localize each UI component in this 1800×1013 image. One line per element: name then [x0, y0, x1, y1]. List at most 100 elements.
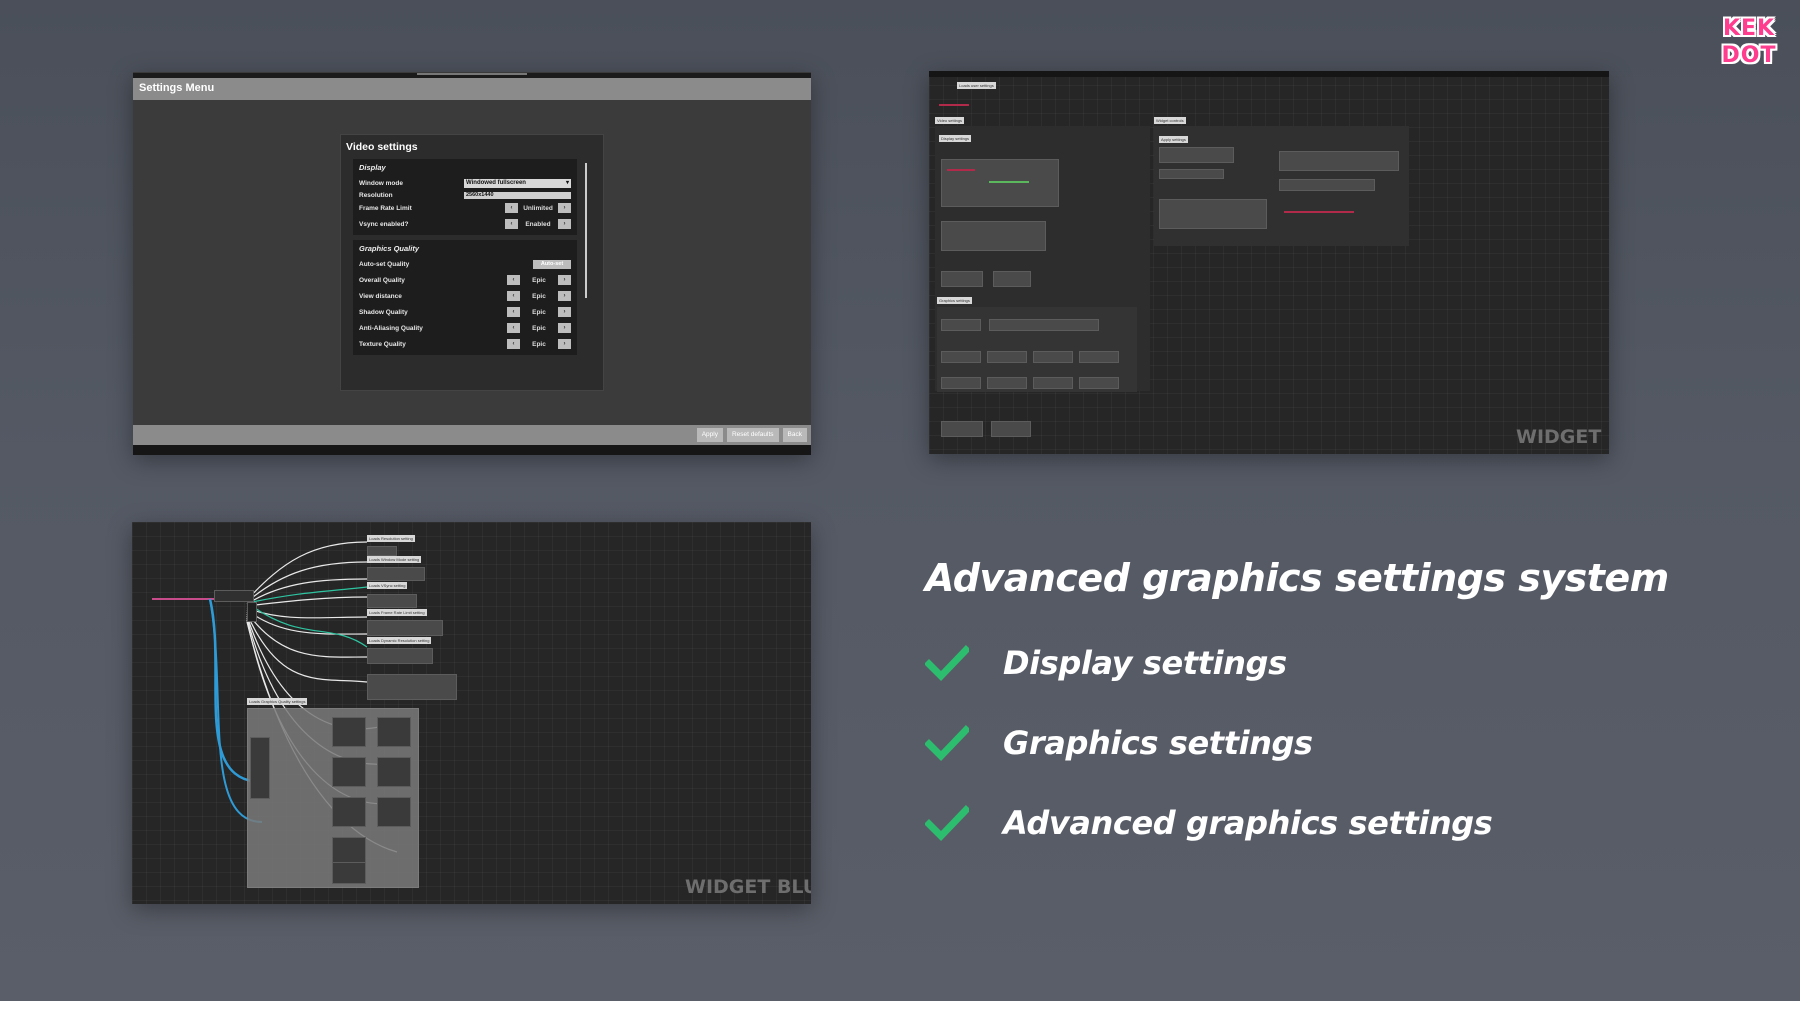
- quality-row: Shadow Quality ‹ Epic ›: [359, 304, 571, 320]
- quality-stepper: ‹ Epic ›: [507, 323, 571, 333]
- blueprint-node: [941, 271, 983, 287]
- increase-button[interactable]: ›: [557, 219, 571, 229]
- data-wire: [989, 181, 1029, 183]
- blueprint-node: [941, 351, 981, 363]
- comment-label: Loads Graphics Quality settings: [247, 698, 308, 705]
- blueprint-node: [941, 377, 981, 389]
- reset-defaults-button[interactable]: Reset defaults: [726, 428, 779, 442]
- comment-label: Loads Window Mode setting: [367, 556, 422, 563]
- quality-label: Texture Quality: [359, 340, 406, 348]
- blueprint-node: [941, 221, 1046, 251]
- increase-button[interactable]: ›: [558, 203, 571, 213]
- editor-tab-bar: [929, 71, 1609, 77]
- increase-button[interactable]: ›: [557, 339, 571, 349]
- wire-graph: [152, 541, 398, 853]
- window-mode-label: Window mode: [359, 179, 403, 187]
- blueprint-node: [332, 757, 366, 787]
- checkmark-icon: [925, 805, 969, 841]
- quality-value: Epic: [532, 292, 546, 300]
- blueprint-node: [993, 271, 1031, 287]
- quality-row: Overall Quality ‹ Epic ›: [359, 272, 571, 288]
- headline: Advanced graphics settings system: [925, 556, 1669, 600]
- quality-value: Epic: [532, 276, 546, 284]
- sequence-node: [247, 602, 257, 622]
- scrollbar[interactable]: [585, 163, 587, 298]
- blueprint-node: [377, 717, 411, 747]
- blueprint-node: [377, 797, 411, 827]
- decrease-button[interactable]: ‹: [507, 307, 520, 317]
- blueprint-node: [941, 421, 983, 437]
- exec-wire: [947, 169, 975, 171]
- decrease-button[interactable]: ‹: [505, 203, 518, 213]
- auto-set-button[interactable]: Auto-set: [533, 259, 571, 269]
- blueprint-node: [1159, 147, 1234, 163]
- blueprint-node: [941, 159, 1059, 207]
- vsync-label: Vsync enabled?: [359, 220, 409, 228]
- watermark: WIDGET BL: [1516, 426, 1609, 448]
- blueprint-node: [377, 757, 411, 787]
- quality-label: Overall Quality: [359, 276, 405, 284]
- blueprint-node: [1079, 377, 1119, 389]
- auto-set-row: Auto-set Quality Auto-set: [359, 256, 571, 272]
- resolution-row: Resolution 2560x1440: [359, 191, 571, 200]
- quality-stepper: ‹ Epic ›: [507, 307, 571, 317]
- quality-label: View distance: [359, 292, 402, 300]
- quality-row: View distance ‹ Epic ›: [359, 288, 571, 304]
- quality-row: Texture Quality ‹ Epic ›: [359, 336, 571, 352]
- blueprint-node: [989, 319, 1099, 331]
- comment-label: Display settings: [939, 135, 972, 142]
- checkmark-icon: [925, 645, 969, 681]
- settings-menu-title: Settings Menu: [133, 78, 811, 100]
- resolution-dropdown[interactable]: 2560x1440: [464, 192, 571, 199]
- widget-blueprint-screenshot: Loads user settings Video settings Displ…: [929, 71, 1609, 454]
- blueprint-node: [367, 674, 457, 700]
- logo-line-1: KEK: [1722, 16, 1776, 41]
- comment-label: Widget controls: [1154, 117, 1186, 124]
- comment-label: Apply settings: [1159, 136, 1188, 143]
- decrease-button[interactable]: ‹: [507, 339, 520, 349]
- exec-wire: [939, 104, 969, 106]
- blueprint-node: [1159, 199, 1267, 229]
- blueprint-node: [1079, 351, 1119, 363]
- comment-label: Loads Dynamic Resolution setting: [367, 637, 432, 644]
- blueprint-node: [1033, 351, 1073, 363]
- display-group-title: Display: [359, 163, 386, 172]
- increase-button[interactable]: ›: [557, 291, 571, 301]
- quality-value: Epic: [532, 324, 546, 332]
- feature-item: Display settings: [925, 644, 1287, 682]
- apply-button[interactable]: Apply: [696, 428, 723, 442]
- comment-label: Loads user settings: [957, 82, 996, 89]
- blueprint-node: [250, 737, 270, 799]
- increase-button[interactable]: ›: [557, 323, 571, 333]
- kekdot-logo: KEK DOT: [1712, 16, 1786, 76]
- frame-rate-stepper: ‹ Unlimited ›: [505, 203, 571, 213]
- decrease-button[interactable]: ‹: [507, 291, 520, 301]
- decrease-button[interactable]: ‹: [507, 275, 520, 285]
- blueprint-node: [987, 377, 1027, 389]
- decrease-button[interactable]: ‹: [507, 323, 520, 333]
- blueprint-node: [367, 594, 417, 608]
- decrease-button[interactable]: ‹: [505, 219, 518, 229]
- increase-button[interactable]: ›: [557, 275, 571, 285]
- bottom-band: [0, 1001, 1800, 1013]
- blueprint-node: [987, 351, 1027, 363]
- feature-item: Advanced graphics settings: [925, 804, 1493, 842]
- quality-stepper: ‹ Epic ›: [507, 291, 571, 301]
- blueprint-node: [214, 590, 254, 602]
- graphics-quality-group: Graphics Quality Auto-set Quality Auto-s…: [353, 240, 577, 355]
- blueprint-node: [1279, 151, 1399, 171]
- back-button[interactable]: Back: [782, 428, 807, 442]
- vsync-stepper: ‹ Enabled ›: [505, 219, 571, 229]
- blueprint-node: [367, 546, 397, 556]
- increase-button[interactable]: ›: [557, 307, 571, 317]
- quality-label: Anti-Aliasing Quality: [359, 324, 423, 332]
- quality-row: Anti-Aliasing Quality ‹ Epic ›: [359, 320, 571, 336]
- quality-stepper: ‹ Epic ›: [507, 275, 571, 285]
- window-mode-dropdown[interactable]: Windowed fullscreen: [464, 178, 571, 188]
- resolution-label: Resolution: [359, 192, 393, 199]
- settings-menu-screenshot: Settings Menu Video settings Display Win…: [133, 72, 811, 455]
- comment-label: Graphics settings: [937, 297, 972, 304]
- window-mode-row: Window mode Windowed fullscreen: [359, 175, 571, 191]
- feature-label: Advanced graphics settings: [1003, 804, 1493, 842]
- watermark: WIDGET BLUEP: [685, 876, 811, 898]
